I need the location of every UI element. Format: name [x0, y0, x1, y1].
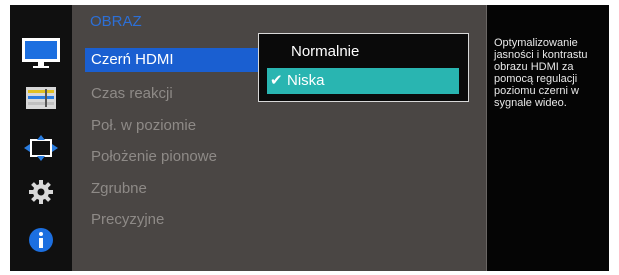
- info-icon[interactable]: [10, 223, 72, 257]
- menu-item-hdmi-black[interactable]: Czerń HDMI: [85, 48, 263, 72]
- option-label: Normalnie: [291, 43, 360, 60]
- option-normal[interactable]: Normalnie: [267, 39, 459, 65]
- option-low[interactable]: ✔ Niska: [267, 68, 459, 94]
- menu-item-fine[interactable]: Precyzyjne: [85, 208, 265, 232]
- menu-item-v-position[interactable]: Położenie pionowe: [85, 145, 265, 169]
- menu-item-response-time[interactable]: Czas reakcji: [85, 82, 265, 106]
- hdmi-black-dropdown: Normalnie ✔ Niska: [258, 33, 469, 102]
- option-label: Niska: [287, 72, 325, 89]
- color-bars-icon[interactable]: [10, 81, 72, 115]
- description-text: Optymalizowanie jasności i kontrastu obr…: [494, 37, 588, 109]
- menu-item-coarse[interactable]: Zgrubne: [85, 177, 265, 201]
- resize-arrows-icon[interactable]: [10, 131, 72, 165]
- gear-icon[interactable]: [10, 175, 72, 209]
- menu-title: OBRAZ: [90, 13, 142, 30]
- category-sidebar: [10, 5, 72, 271]
- menu-item-h-position[interactable]: Poł. w poziomie: [85, 114, 265, 138]
- monitor-icon[interactable]: [10, 35, 72, 69]
- checkmark-icon: ✔: [270, 72, 283, 89]
